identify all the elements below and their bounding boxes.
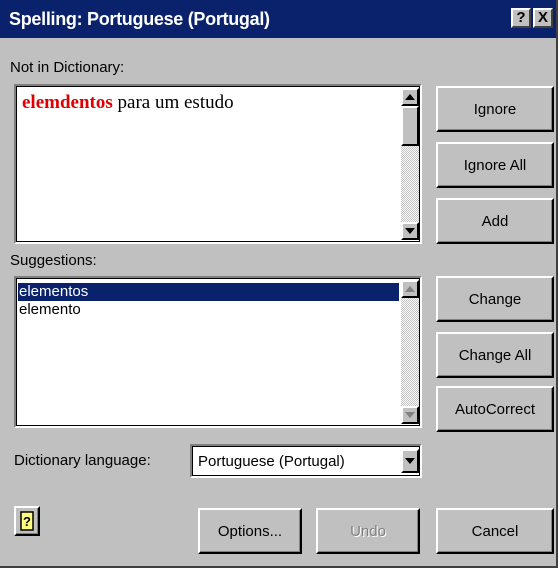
- title-bar: Spelling: Portuguese (Portugal) ? X: [0, 0, 556, 38]
- chevron-down-icon: [405, 458, 415, 464]
- scroll-up-button[interactable]: [401, 88, 419, 106]
- ignore-button[interactable]: Ignore: [436, 86, 554, 132]
- close-button[interactable]: X: [533, 8, 553, 28]
- suggestions-scrollbar[interactable]: [401, 280, 419, 424]
- dictionary-language-label: Dictionary language:: [14, 452, 151, 469]
- arrow-down-icon: [405, 412, 415, 418]
- help-title-button[interactable]: ?: [511, 8, 531, 28]
- suggestion-item[interactable]: elemento: [18, 301, 399, 319]
- scroll-down-button[interactable]: [401, 406, 419, 424]
- ignore-all-button[interactable]: Ignore All: [436, 142, 554, 188]
- context-text: para um estudo: [112, 92, 234, 113]
- sentence-text: elemdentos para um estudo: [22, 92, 234, 114]
- dropdown-button[interactable]: [401, 449, 419, 473]
- options-button[interactable]: Options...: [198, 508, 302, 554]
- spelling-dialog: Spelling: Portuguese (Portugal) ? X Not …: [0, 0, 558, 568]
- suggestion-item[interactable]: elementos: [18, 283, 399, 301]
- misspelled-word: elemdentos: [22, 92, 113, 113]
- undo-button[interactable]: Undo: [316, 508, 420, 554]
- autocorrect-button[interactable]: AutoCorrect: [436, 386, 554, 432]
- office-assistant-icon: ?: [20, 511, 34, 531]
- text-scrollbar[interactable]: [401, 88, 419, 240]
- cancel-button[interactable]: Cancel: [436, 508, 554, 554]
- scroll-up-button[interactable]: [401, 280, 419, 298]
- scroll-down-button[interactable]: [401, 222, 419, 240]
- svg-text:?: ?: [23, 514, 31, 529]
- add-button[interactable]: Add: [436, 198, 554, 244]
- not-in-dictionary-label: Not in Dictionary:: [10, 59, 125, 76]
- not-in-dictionary-box[interactable]: elemdentos para um estudo: [14, 84, 422, 244]
- window-title: Spelling: Portuguese (Portugal): [9, 9, 270, 29]
- suggestions-label: Suggestions:: [10, 252, 97, 269]
- arrow-down-icon: [405, 228, 415, 234]
- dictionary-language-value: Portuguese (Portugal): [198, 453, 345, 470]
- suggestions-list[interactable]: elementos elemento: [14, 276, 422, 428]
- scroll-thumb[interactable]: [401, 106, 419, 146]
- office-assistant-button[interactable]: ?: [14, 506, 40, 536]
- arrow-up-icon: [405, 94, 415, 100]
- dictionary-language-select[interactable]: Portuguese (Portugal): [190, 444, 422, 478]
- arrow-up-icon: [405, 286, 415, 292]
- change-button[interactable]: Change: [436, 276, 554, 322]
- change-all-button[interactable]: Change All: [436, 332, 554, 378]
